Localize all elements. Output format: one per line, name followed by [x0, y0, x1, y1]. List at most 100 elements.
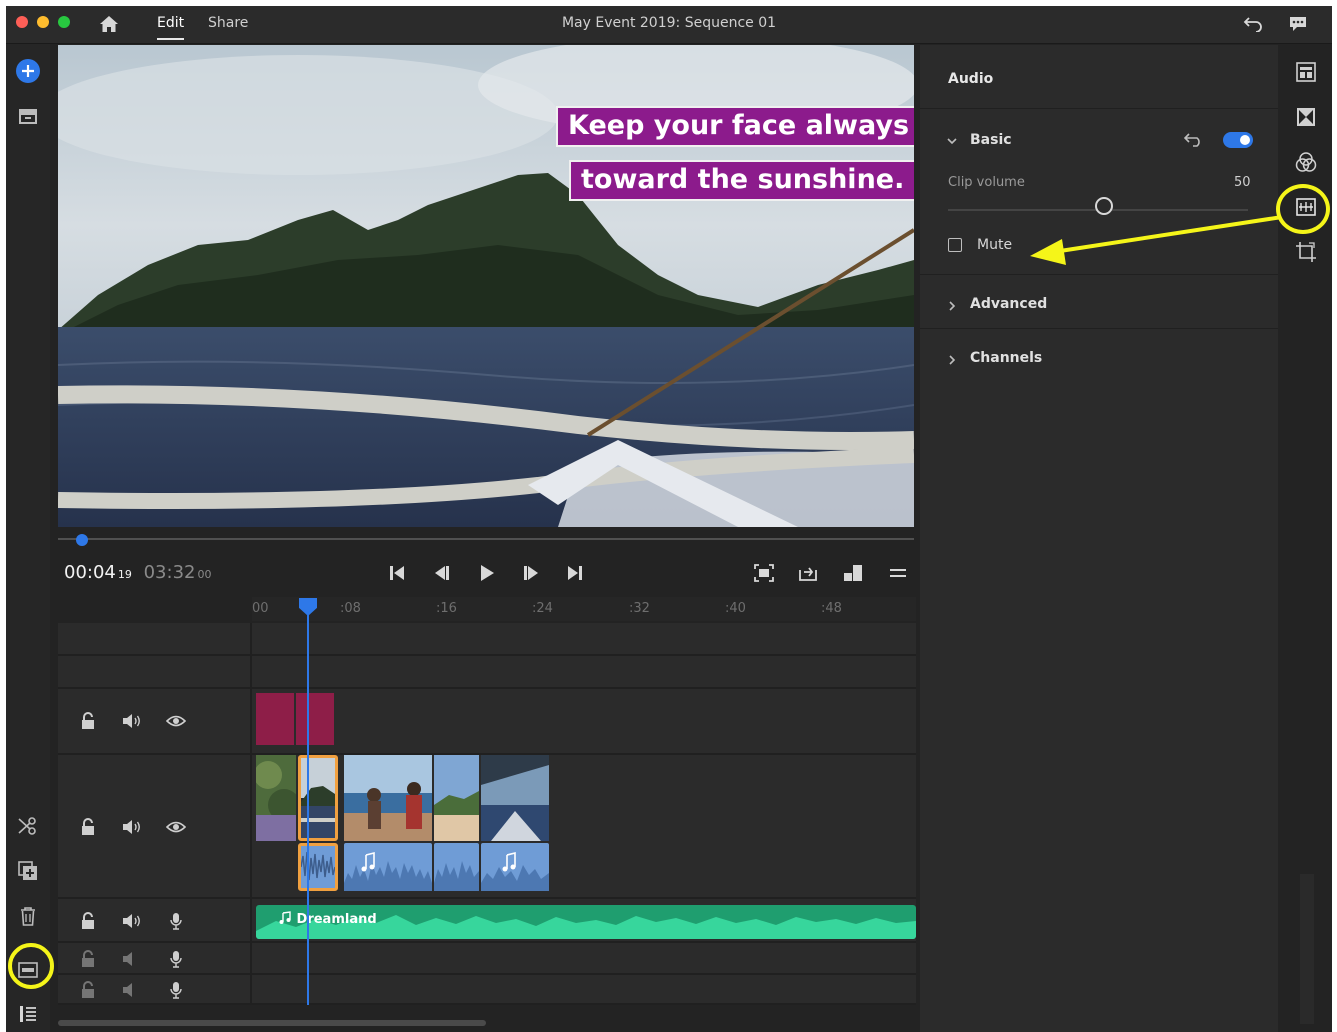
razor-tool-button[interactable]: [13, 811, 43, 841]
duplicate-icon: [18, 861, 37, 880]
audio-track-2[interactable]: [58, 943, 916, 975]
fit-frame-button[interactable]: [750, 559, 778, 587]
divider: [920, 274, 1278, 275]
color-panel-button[interactable]: [1293, 149, 1319, 175]
audio-track-1[interactable]: Dreamland: [58, 899, 916, 943]
video-clip[interactable]: [344, 755, 432, 841]
music-clip-dreamland[interactable]: Dreamland: [256, 905, 916, 939]
linked-audio-clip-selected[interactable]: [298, 843, 338, 891]
quality-button[interactable]: [839, 559, 867, 587]
chevron-right-icon[interactable]: [946, 300, 958, 312]
channels-section-header[interactable]: Channels: [970, 350, 1042, 366]
mute-label[interactable]: Mute: [977, 237, 1012, 253]
playhead-line[interactable]: [307, 608, 309, 1005]
microphone-icon[interactable]: [166, 911, 186, 931]
reset-icon[interactable]: [1184, 133, 1204, 147]
resolution-icon: [844, 565, 862, 581]
feedback-icon[interactable]: [1285, 11, 1311, 37]
duplicate-button[interactable]: [13, 856, 43, 886]
track-header: [58, 755, 252, 897]
video-clip[interactable]: [256, 755, 296, 841]
step-back-button[interactable]: [428, 559, 456, 587]
microphone-icon[interactable]: [166, 949, 186, 969]
crop-panel-button[interactable]: [1293, 239, 1319, 265]
scrub-bar[interactable]: [58, 538, 914, 540]
panel-title: Audio: [948, 71, 994, 87]
titles-icon: [1296, 62, 1316, 82]
video-clip[interactable]: [434, 755, 479, 841]
track-header: [58, 899, 252, 941]
speaker-icon[interactable]: [122, 911, 142, 931]
chevron-right-icon[interactable]: [946, 354, 958, 366]
empty-track[interactable]: [58, 656, 916, 689]
speaker-icon[interactable]: [122, 980, 142, 1000]
title-clip[interactable]: [296, 693, 334, 745]
basic-section-header[interactable]: Basic: [970, 132, 1012, 148]
lock-icon[interactable]: [78, 980, 98, 1000]
titles-panel-button[interactable]: [1293, 59, 1319, 85]
ruler-tick: :48: [821, 601, 842, 616]
linked-audio-clip[interactable]: [344, 843, 432, 891]
app-window: Edit Share May Event 2019: Sequence 01 K…: [6, 6, 1332, 1032]
timeline-tracks: Dreamland: [58, 623, 916, 1005]
timeline-ruler[interactable]: 00 :08 :16 :24 :32 :40 :48: [252, 597, 916, 621]
color-icon: [1295, 152, 1317, 172]
step-forward-icon: [524, 566, 538, 580]
lock-icon[interactable]: [78, 711, 98, 731]
ruler-tick: 00: [252, 601, 269, 616]
empty-track[interactable]: [58, 623, 916, 656]
ruler-tick: :24: [532, 601, 553, 616]
play-button[interactable]: [473, 559, 501, 587]
eye-icon[interactable]: [166, 711, 186, 731]
transitions-panel-button[interactable]: [1293, 104, 1319, 130]
video-clip-selected[interactable]: [298, 755, 338, 841]
duration-time: 03:32: [143, 562, 196, 583]
project-panel-button[interactable]: [13, 101, 43, 131]
go-to-end-button[interactable]: [561, 559, 589, 587]
caption-line-2[interactable]: toward the sunshine.: [569, 160, 914, 201]
clip-volume-value[interactable]: 50: [1234, 175, 1251, 190]
step-forward-button[interactable]: [517, 559, 545, 587]
basic-enable-toggle[interactable]: [1223, 132, 1253, 148]
scrub-handle[interactable]: [76, 534, 88, 546]
music-clip-name: Dreamland: [278, 911, 377, 927]
linked-audio-clip[interactable]: [481, 843, 549, 891]
monitor-menu-button[interactable]: [884, 559, 912, 587]
title-track[interactable]: [58, 689, 916, 755]
step-back-icon: [435, 566, 449, 580]
lock-icon[interactable]: [78, 911, 98, 931]
speaker-icon[interactable]: [122, 817, 142, 837]
mute-checkbox[interactable]: [948, 238, 962, 252]
chevron-down-icon[interactable]: [946, 135, 958, 147]
left-toolbar: [6, 44, 50, 1032]
skip-back-icon: [390, 566, 404, 580]
plus-icon: [16, 59, 40, 83]
skip-forward-icon: [568, 566, 582, 580]
audio-track-3[interactable]: [58, 975, 916, 1005]
linked-audio-clip[interactable]: [434, 843, 479, 891]
list-icon: [20, 1006, 36, 1022]
timeline-scrollbar[interactable]: [58, 1020, 486, 1026]
video-clip[interactable]: [481, 755, 549, 841]
highlight-circle-audio: [1276, 184, 1330, 234]
lock-icon[interactable]: [78, 949, 98, 969]
speaker-icon[interactable]: [122, 711, 142, 731]
add-media-button[interactable]: [13, 56, 43, 86]
microphone-icon[interactable]: [166, 980, 186, 1000]
program-monitor[interactable]: Keep your face always toward the sunshin…: [58, 45, 914, 527]
advanced-section-header[interactable]: Advanced: [970, 296, 1047, 312]
speaker-icon[interactable]: [122, 949, 142, 969]
track-header: [58, 943, 252, 973]
crop-icon: [1296, 242, 1316, 262]
export-frame-button[interactable]: [794, 559, 822, 587]
caption-line-1[interactable]: Keep your face always: [556, 106, 914, 147]
lock-icon[interactable]: [78, 817, 98, 837]
video-track[interactable]: [58, 755, 916, 899]
go-to-start-button[interactable]: [383, 559, 411, 587]
track-list-button[interactable]: [13, 999, 43, 1029]
eye-icon[interactable]: [166, 817, 186, 837]
audio-meter: [1300, 874, 1314, 1024]
undo-icon[interactable]: [1240, 11, 1266, 37]
title-clip[interactable]: [256, 693, 294, 745]
delete-button[interactable]: [13, 901, 43, 931]
